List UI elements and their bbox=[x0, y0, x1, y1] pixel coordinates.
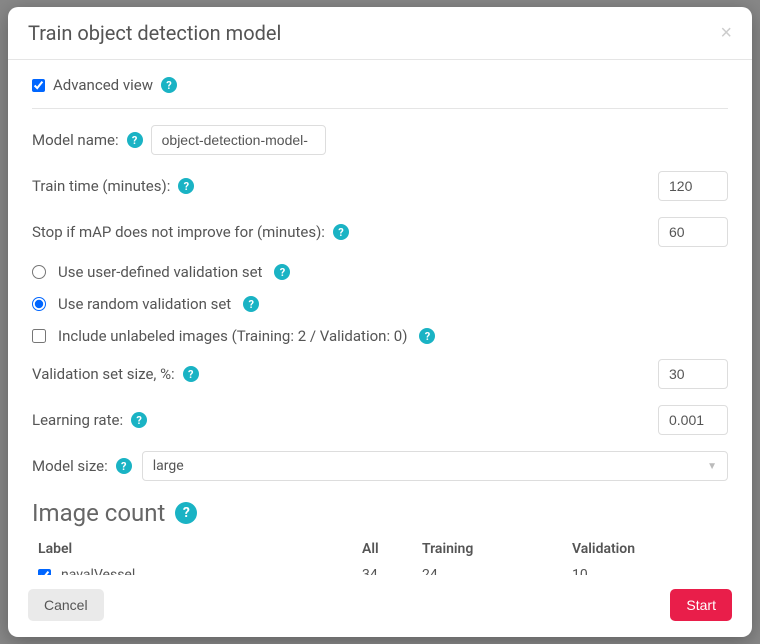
stop-map-row: Stop if mAP does not improve for (minute… bbox=[32, 217, 728, 247]
include-unlabeled-checkbox[interactable] bbox=[32, 329, 46, 343]
table-row: navalVessel 34 24 10 bbox=[32, 561, 728, 575]
start-button[interactable]: Start bbox=[670, 589, 732, 621]
help-icon[interactable]: ? bbox=[178, 178, 194, 194]
valid-size-label: Validation set size, %: bbox=[32, 365, 175, 383]
help-icon[interactable]: ? bbox=[183, 366, 199, 382]
learning-rate-input[interactable] bbox=[658, 405, 728, 435]
help-icon[interactable]: ? bbox=[161, 77, 177, 93]
col-all-header: All bbox=[362, 541, 422, 557]
advanced-view-row: Advanced view ? bbox=[32, 76, 728, 109]
train-time-input[interactable] bbox=[658, 171, 728, 201]
close-icon: × bbox=[720, 22, 732, 44]
modal-footer: Cancel Start bbox=[8, 575, 752, 637]
modal-body: Advanced view ? Model name: ? Train time… bbox=[8, 60, 752, 575]
train-time-label: Train time (minutes): bbox=[32, 177, 170, 195]
valid-size-row: Validation set size, %: ? bbox=[32, 359, 728, 389]
model-size-label: Model size: bbox=[32, 457, 108, 475]
include-unlabeled-label: Include unlabeled images (Training: 2 / … bbox=[58, 327, 407, 345]
table-header: Label All Training Validation bbox=[32, 537, 728, 561]
help-icon[interactable]: ? bbox=[175, 502, 197, 524]
help-icon[interactable]: ? bbox=[333, 224, 349, 240]
model-name-row: Model name: ? bbox=[32, 125, 728, 155]
validation-random-row: Use random validation set ? bbox=[32, 295, 728, 313]
help-icon[interactable]: ? bbox=[127, 132, 143, 148]
help-icon[interactable]: ? bbox=[419, 328, 435, 344]
learning-rate-label: Learning rate: bbox=[32, 411, 123, 429]
close-button[interactable]: × bbox=[720, 22, 732, 45]
validation-userdef-radio[interactable] bbox=[32, 265, 46, 279]
stop-map-input[interactable] bbox=[658, 217, 728, 247]
help-icon[interactable]: ? bbox=[116, 458, 132, 474]
modal-title: Train object detection model bbox=[28, 21, 281, 45]
col-validation-header: Validation bbox=[572, 541, 728, 557]
cancel-button[interactable]: Cancel bbox=[28, 589, 104, 621]
valid-size-input[interactable] bbox=[658, 359, 728, 389]
modal-header: Train object detection model × bbox=[8, 7, 752, 60]
advanced-view-checkbox[interactable] bbox=[32, 79, 45, 92]
model-size-row: Model size: ? large ▼ bbox=[32, 451, 728, 481]
train-model-dialog: Train object detection model × Advanced … bbox=[8, 7, 752, 637]
validation-random-label: Use random validation set bbox=[58, 295, 231, 313]
model-name-label: Model name: bbox=[32, 131, 119, 149]
image-count-title-text: Image count bbox=[32, 499, 165, 527]
help-icon[interactable]: ? bbox=[274, 264, 290, 280]
image-count-title: Image count ? bbox=[32, 499, 728, 527]
col-label-header: Label bbox=[32, 541, 362, 557]
model-size-select[interactable]: large ▼ bbox=[142, 451, 728, 481]
validation-userdef-label: Use user-defined validation set bbox=[58, 263, 262, 281]
model-name-input[interactable] bbox=[151, 125, 326, 155]
help-icon[interactable]: ? bbox=[131, 412, 147, 428]
label-row-validation: 10 bbox=[572, 567, 728, 575]
col-training-header: Training bbox=[422, 541, 572, 557]
label-table: Label All Training Validation navalVesse… bbox=[32, 537, 728, 575]
label-row-all: 34 bbox=[362, 567, 422, 575]
help-icon[interactable]: ? bbox=[243, 296, 259, 312]
label-row-training: 24 bbox=[422, 567, 572, 575]
include-unlabeled-row: Include unlabeled images (Training: 2 / … bbox=[32, 327, 728, 345]
advanced-view-label: Advanced view bbox=[53, 76, 153, 94]
chevron-down-icon: ▼ bbox=[707, 461, 717, 472]
learning-rate-row: Learning rate: ? bbox=[32, 405, 728, 435]
validation-random-radio[interactable] bbox=[32, 297, 46, 311]
train-time-row: Train time (minutes): ? bbox=[32, 171, 728, 201]
label-row-name: navalVessel bbox=[61, 567, 135, 575]
stop-map-label: Stop if mAP does not improve for (minute… bbox=[32, 223, 325, 241]
validation-userdef-row: Use user-defined validation set ? bbox=[32, 263, 728, 281]
model-size-value: large bbox=[153, 458, 184, 474]
